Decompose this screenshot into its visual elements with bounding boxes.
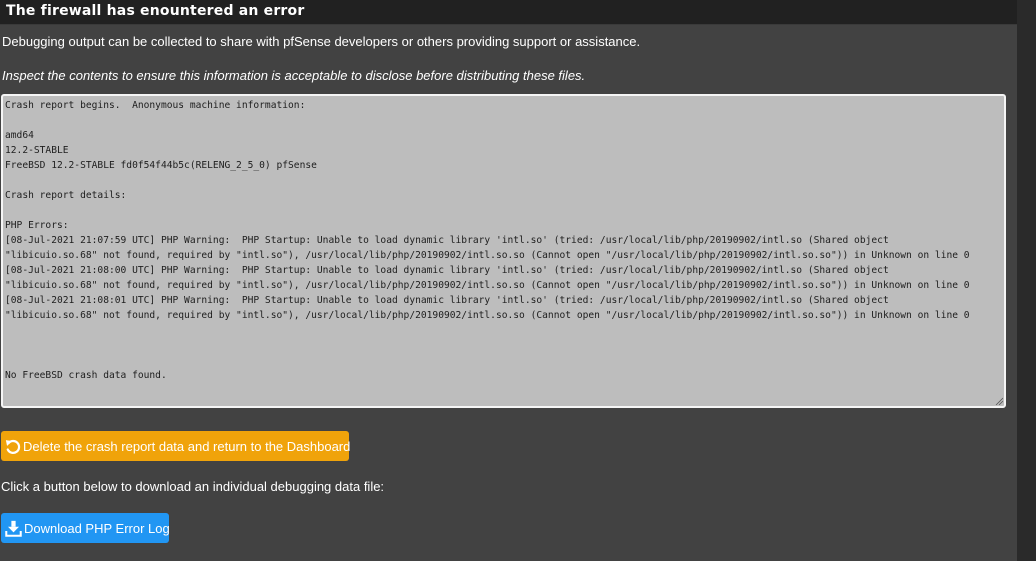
crash-report-line (5, 203, 970, 218)
panel-title: The firewall has enountered an error (6, 3, 305, 19)
crash-report-panel: The firewall has enountered an error Deb… (0, 0, 1017, 561)
crash-report-line: "libicuio.so.68" not found, required by … (5, 250, 970, 261)
crash-report-line (5, 338, 970, 353)
crash-report-line (5, 353, 970, 368)
crash-report-line: amd64 (5, 130, 34, 141)
delete-button-label: Delete the crash report data and return … (23, 438, 351, 454)
download-hint: Click a button below to download an indi… (1, 479, 385, 494)
crash-report-line: [08-Jul-2021 21:08:01 UTC] PHP Warning: … (5, 295, 889, 306)
disclosure-notice: Inspect the contents to ensure this info… (2, 68, 586, 83)
delete-crash-report-button[interactable]: Delete the crash report data and return … (1, 431, 351, 461)
crash-report-line: Crash report begins. Anonymous machine i… (5, 100, 306, 111)
crash-report-content: Crash report begins. Anonymous machine i… (5, 98, 970, 383)
crash-report-line: [08-Jul-2021 21:08:00 UTC] PHP Warning: … (5, 265, 889, 276)
undo-icon (4, 437, 21, 455)
crash-report-textarea[interactable]: Crash report begins. Anonymous machine i… (1, 94, 1006, 408)
panel-heading: The firewall has enountered an error (0, 0, 1017, 25)
intro-text: Debugging output can be collected to sha… (2, 34, 641, 49)
download-icon (5, 519, 22, 537)
crash-report-line: FreeBSD 12.2-STABLE fd0f54f44b5c(RELENG_… (5, 160, 317, 171)
resize-handle-icon[interactable] (995, 397, 1003, 405)
crash-report-line: [08-Jul-2021 21:07:59 UTC] PHP Warning: … (5, 235, 889, 246)
crash-report-line: "libicuio.so.68" not found, required by … (5, 310, 970, 321)
crash-report-line: "libicuio.so.68" not found, required by … (5, 280, 970, 291)
crash-report-line: No FreeBSD crash data found. (5, 370, 167, 381)
page-scrollbar-track[interactable] (1017, 0, 1036, 561)
crash-report-line (5, 113, 970, 128)
crash-report-line (5, 323, 970, 338)
crash-report-line: PHP Errors: (5, 220, 69, 231)
crash-report-line: Crash report details: (5, 190, 127, 201)
download-php-error-log-button[interactable]: Download PHP Error Log (1, 513, 170, 543)
crash-report-line (5, 173, 970, 188)
download-button-label: Download PHP Error Log (24, 520, 170, 536)
crash-report-line: 12.2-STABLE (5, 145, 69, 156)
